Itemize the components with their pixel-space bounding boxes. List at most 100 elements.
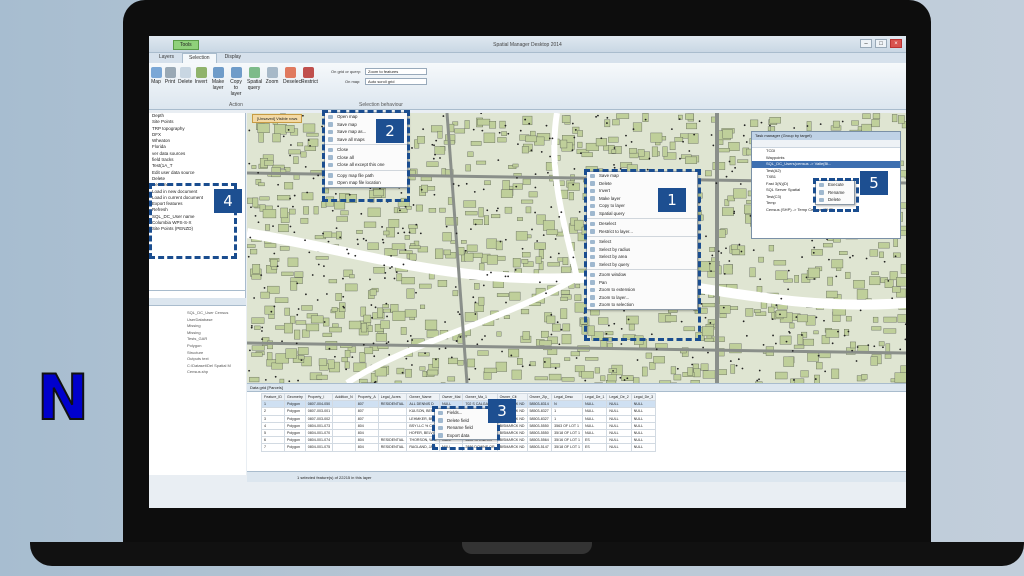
parcel-shape[interactable] bbox=[305, 323, 320, 332]
parcel-shape[interactable] bbox=[467, 358, 476, 368]
parcel-shape[interactable] bbox=[883, 316, 897, 323]
parcel-shape[interactable] bbox=[845, 271, 851, 279]
parcel-shape[interactable] bbox=[409, 253, 417, 261]
parcel-shape[interactable] bbox=[284, 182, 294, 190]
parcel-shape[interactable] bbox=[315, 256, 329, 260]
parcel-shape[interactable] bbox=[373, 189, 384, 197]
parcel-shape[interactable] bbox=[464, 120, 470, 129]
parcel-shape[interactable] bbox=[674, 137, 684, 142]
parcel-shape[interactable] bbox=[360, 323, 367, 333]
parcel-shape[interactable] bbox=[560, 289, 570, 295]
parcel-shape[interactable] bbox=[705, 170, 712, 177]
deselect-button[interactable]: Deselect bbox=[283, 67, 302, 85]
parcel-shape[interactable] bbox=[483, 367, 498, 373]
parcel-shape[interactable] bbox=[758, 256, 764, 263]
parcel-shape[interactable] bbox=[454, 128, 466, 134]
parcel-shape[interactable] bbox=[709, 247, 716, 252]
parcel-shape[interactable] bbox=[546, 315, 556, 324]
parcel-shape[interactable] bbox=[827, 276, 833, 286]
parcel-shape[interactable] bbox=[773, 260, 787, 266]
menu-item[interactable]: Zoom window bbox=[587, 271, 697, 279]
parcel-shape[interactable] bbox=[417, 352, 430, 357]
parcel-shape[interactable] bbox=[871, 119, 880, 128]
parcel-shape[interactable] bbox=[495, 240, 503, 251]
parcel-shape[interactable] bbox=[894, 372, 906, 383]
parcel-shape[interactable] bbox=[288, 149, 301, 155]
parcel-shape[interactable] bbox=[383, 308, 391, 313]
parcel-shape[interactable] bbox=[575, 283, 581, 289]
menu-item[interactable]: Deselect bbox=[587, 220, 697, 228]
parcel-shape[interactable] bbox=[897, 115, 905, 124]
parcel-shape[interactable] bbox=[853, 279, 865, 289]
parcel-shape[interactable] bbox=[300, 151, 307, 158]
parcel-shape[interactable] bbox=[561, 266, 572, 273]
parcel-shape[interactable] bbox=[316, 374, 328, 380]
parcel-shape[interactable] bbox=[251, 352, 263, 357]
parcel-shape[interactable] bbox=[789, 322, 795, 329]
parcel-shape[interactable] bbox=[722, 129, 733, 139]
menu-item[interactable]: Select by area bbox=[587, 253, 697, 261]
menu-item[interactable]: Copy map file path bbox=[325, 172, 407, 180]
parcel-shape[interactable] bbox=[473, 219, 483, 225]
parcel-shape[interactable] bbox=[344, 283, 358, 292]
parcel-shape[interactable] bbox=[700, 363, 709, 371]
parcel-shape[interactable] bbox=[428, 208, 437, 213]
parcel-shape[interactable] bbox=[322, 188, 329, 194]
parcel-shape[interactable] bbox=[616, 113, 630, 119]
parcel-shape[interactable] bbox=[265, 224, 271, 231]
parcel-shape[interactable] bbox=[382, 304, 389, 308]
parcel-shape[interactable] bbox=[649, 362, 656, 370]
parcel-shape[interactable] bbox=[871, 271, 879, 276]
column-header[interactable]: Geometry bbox=[283, 392, 306, 402]
parcel-shape[interactable] bbox=[327, 359, 335, 369]
parcel-shape[interactable] bbox=[775, 270, 788, 280]
parcel-shape[interactable] bbox=[509, 291, 521, 301]
parcel-shape[interactable] bbox=[344, 361, 350, 369]
menu-item[interactable]: Execute bbox=[816, 181, 854, 189]
parcel-shape[interactable] bbox=[349, 274, 355, 279]
parcel-shape[interactable] bbox=[297, 142, 304, 147]
parcel-shape[interactable] bbox=[697, 214, 704, 221]
parcel-shape[interactable] bbox=[465, 210, 478, 216]
parcel-shape[interactable] bbox=[257, 123, 270, 134]
parcel-shape[interactable] bbox=[486, 238, 497, 249]
parcel-shape[interactable] bbox=[325, 196, 335, 207]
parcel-shape[interactable] bbox=[465, 164, 471, 172]
parcel-shape[interactable] bbox=[483, 132, 496, 143]
parcel-shape[interactable] bbox=[704, 337, 714, 342]
map-tab[interactable]: [Unsaved] Visible rows bbox=[252, 114, 303, 123]
parcel-shape[interactable] bbox=[832, 308, 846, 316]
parcel-shape[interactable] bbox=[900, 264, 906, 274]
parcel-shape[interactable] bbox=[826, 290, 838, 299]
parcel-shape[interactable] bbox=[501, 131, 507, 136]
parcel-shape[interactable] bbox=[274, 124, 287, 135]
parcel-shape[interactable] bbox=[421, 184, 428, 193]
parcel-shape[interactable] bbox=[597, 317, 609, 325]
parcel-shape[interactable] bbox=[336, 216, 348, 222]
parcel-shape[interactable] bbox=[900, 365, 906, 373]
parcel-shape[interactable] bbox=[522, 115, 533, 126]
parcel-shape[interactable] bbox=[258, 132, 264, 143]
parcel-shape[interactable] bbox=[295, 320, 307, 325]
parcel-shape[interactable] bbox=[515, 231, 528, 241]
parcel-shape[interactable] bbox=[521, 259, 529, 264]
parcel-shape[interactable] bbox=[397, 201, 410, 207]
parcel-shape[interactable] bbox=[522, 252, 531, 258]
parcel-shape[interactable] bbox=[511, 369, 522, 380]
parcel-shape[interactable] bbox=[321, 201, 327, 208]
parcel-shape[interactable] bbox=[577, 141, 583, 148]
parcel-shape[interactable] bbox=[807, 352, 819, 362]
parcel-shape[interactable] bbox=[823, 243, 833, 248]
parcel-shape[interactable] bbox=[512, 183, 523, 190]
parcel-shape[interactable] bbox=[719, 313, 727, 319]
map-button[interactable]: Map bbox=[149, 67, 163, 85]
parcel-shape[interactable] bbox=[568, 192, 574, 201]
parcel-shape[interactable] bbox=[303, 206, 309, 215]
parcel-shape[interactable] bbox=[313, 206, 319, 215]
parcel-shape[interactable] bbox=[813, 330, 819, 335]
parcel-shape[interactable] bbox=[399, 250, 413, 254]
parcel-shape[interactable] bbox=[884, 354, 892, 359]
parcel-shape[interactable] bbox=[250, 248, 258, 255]
parcel-shape[interactable] bbox=[529, 361, 536, 367]
parcel-shape[interactable] bbox=[723, 264, 733, 275]
